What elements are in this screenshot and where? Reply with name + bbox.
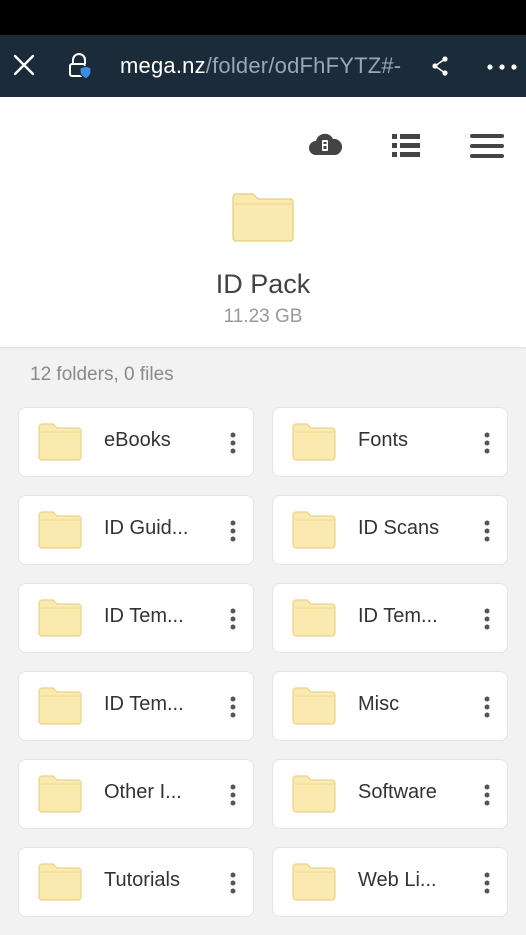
folder-tile[interactable]: Misc	[272, 671, 508, 741]
kebab-menu-icon[interactable]	[483, 872, 491, 894]
kebab-menu-icon[interactable]	[229, 520, 237, 542]
folder-icon	[292, 511, 336, 549]
kebab-menu-icon[interactable]	[483, 608, 491, 630]
folder-name: ID Tem...	[104, 693, 184, 715]
kebab-menu-icon[interactable]	[483, 520, 491, 542]
lock-shield-icon[interactable]	[66, 52, 92, 80]
kebab-menu-icon[interactable]	[229, 696, 237, 718]
kebab-menu-icon[interactable]	[229, 784, 237, 806]
folder-name: Web Li...	[358, 869, 437, 891]
list-view-icon[interactable]	[392, 133, 420, 159]
address-bar-url[interactable]: mega.nz/folder/odFhFYTZ#-	[120, 53, 401, 79]
folder-name: ID Guid...	[104, 517, 189, 539]
kebab-menu-icon[interactable]	[229, 608, 237, 630]
folder-tile[interactable]: Fonts	[272, 407, 508, 477]
folder-icon	[38, 511, 82, 549]
kebab-menu-icon[interactable]	[229, 432, 237, 454]
folder-icon	[38, 775, 82, 813]
folder-name: ID Tem...	[104, 605, 184, 627]
folder-name: Misc	[358, 693, 400, 715]
folder-tile[interactable]: ID Scans	[272, 495, 508, 565]
browser-toolbar: mega.nz/folder/odFhFYTZ#-	[0, 35, 526, 97]
folder-tile[interactable]: ID Tem...	[272, 583, 508, 653]
kebab-menu-icon[interactable]	[229, 872, 237, 894]
folder-icon	[38, 599, 82, 637]
close-icon[interactable]	[10, 51, 38, 79]
folder-header: ID Pack 11.23 GB	[0, 97, 526, 347]
folder-name: Fonts	[358, 429, 409, 451]
folder-tile[interactable]: ID Guid...	[18, 495, 254, 565]
folder-name: ID Scans	[358, 517, 440, 539]
item-count-summary: 12 folders, 0 files	[30, 364, 174, 385]
folder-icon	[38, 687, 82, 725]
folder-icon	[292, 775, 336, 813]
url-domain: mega.nz	[120, 53, 206, 78]
status-bar	[0, 0, 526, 35]
folder-name: Tutorials	[104, 869, 180, 891]
folder-tile[interactable]: Tutorials	[18, 847, 254, 917]
more-options-icon[interactable]	[486, 63, 518, 71]
folder-name: Software	[358, 781, 437, 803]
folder-icon	[292, 423, 336, 461]
folder-tile[interactable]: Software	[272, 759, 508, 829]
url-path: /folder/odFhFYTZ#-	[205, 53, 402, 78]
folder-icon	[292, 863, 336, 901]
folder-name: eBooks	[104, 429, 171, 451]
folder-icon	[38, 863, 82, 901]
folder-size: 11.23 GB	[223, 306, 303, 327]
folder-name: Other I...	[104, 781, 182, 803]
folder-title: ID Pack	[215, 269, 311, 299]
hamburger-menu-icon[interactable]	[470, 133, 504, 159]
share-icon[interactable]	[430, 55, 450, 77]
folder-icon	[38, 423, 82, 461]
folder-tile[interactable]: ID Tem...	[18, 671, 254, 741]
kebab-menu-icon[interactable]	[483, 696, 491, 718]
cloud-download-icon[interactable]	[308, 131, 342, 161]
folder-tile[interactable]: Other I...	[18, 759, 254, 829]
folder-tile[interactable]: ID Tem...	[18, 583, 254, 653]
folder-icon	[292, 599, 336, 637]
folder-name: ID Tem...	[358, 605, 438, 627]
folder-icon	[232, 193, 294, 242]
kebab-menu-icon[interactable]	[483, 784, 491, 806]
folder-tile[interactable]: Web Li...	[272, 847, 508, 917]
kebab-menu-icon[interactable]	[483, 432, 491, 454]
folder-tile[interactable]: eBooks	[18, 407, 254, 477]
folder-icon	[292, 687, 336, 725]
